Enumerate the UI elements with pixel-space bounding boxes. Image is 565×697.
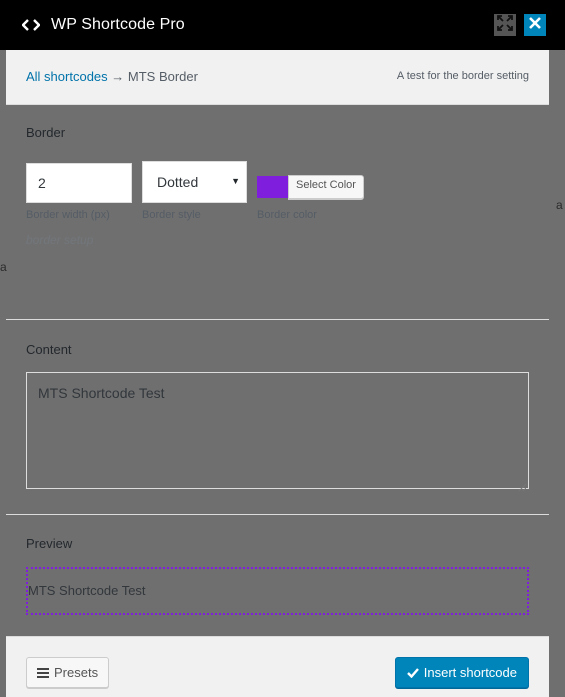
border-style-hint: Border style xyxy=(142,209,201,221)
preview-box: MTS Shortcode Test xyxy=(26,567,529,615)
insert-shortcode-button[interactable]: Insert shortcode xyxy=(394,657,529,688)
border-style-field: Dotted ▼ xyxy=(142,161,247,203)
close-button[interactable] xyxy=(524,14,546,36)
select-color-button[interactable]: Select Color xyxy=(288,175,364,199)
expand-icon xyxy=(497,14,513,36)
modal-header: All shortcodes → MTS Border A test for t… xyxy=(6,50,549,105)
border-group-description: border setup xyxy=(26,233,94,247)
menu-icon xyxy=(37,667,49,678)
content-label: Content xyxy=(26,342,72,357)
border-width-hint: Border width (px) xyxy=(26,209,110,221)
border-style-select[interactable]: Dotted ▼ xyxy=(142,161,247,203)
dropdown-caret-icon: ▼ xyxy=(231,176,240,186)
background-text-fragment: a xyxy=(556,198,563,212)
breadcrumb: All shortcodes → MTS Border xyxy=(26,69,198,84)
border-section: Border 2 Dotted ▼ Select Color Border wi… xyxy=(6,105,549,320)
preview-section: Preview MTS Shortcode Test xyxy=(6,515,549,637)
insert-shortcode-label: Insert shortcode xyxy=(423,665,517,680)
preview-label: Preview xyxy=(26,536,73,551)
content-textarea[interactable]: MTS Shortcode Test xyxy=(26,372,529,492)
breadcrumb-current: MTS Border xyxy=(127,69,198,84)
content-section: Content MTS Shortcode Test xyxy=(6,320,549,515)
checkmark-icon xyxy=(406,667,419,678)
code-icon xyxy=(22,16,40,34)
content-text: MTS Shortcode Test xyxy=(38,385,165,401)
border-width-field: 2 xyxy=(26,163,132,203)
close-icon xyxy=(529,16,541,34)
border-color-hint: Border color xyxy=(257,209,317,221)
presets-label: Presets xyxy=(54,665,99,680)
border-style-value: Dotted xyxy=(157,174,199,190)
modal-footer: Presets Insert shortcode xyxy=(6,637,549,697)
resize-grip-icon[interactable] xyxy=(518,478,527,492)
border-width-input[interactable]: 2 xyxy=(26,163,132,203)
border-label: Border xyxy=(26,125,66,140)
expand-button[interactable] xyxy=(494,14,516,36)
app-title: WP Shortcode Pro xyxy=(51,16,185,33)
breadcrumb-separator: → xyxy=(107,69,128,84)
modal-titlebar: WP Shortcode Pro xyxy=(0,0,565,50)
color-swatch[interactable] xyxy=(257,176,288,198)
border-color-field: Select Color xyxy=(257,175,364,199)
shortcode-description: A test for the border setting xyxy=(396,70,529,82)
all-shortcodes-link[interactable]: All shortcodes xyxy=(26,69,108,84)
presets-button[interactable]: Presets xyxy=(26,657,110,688)
